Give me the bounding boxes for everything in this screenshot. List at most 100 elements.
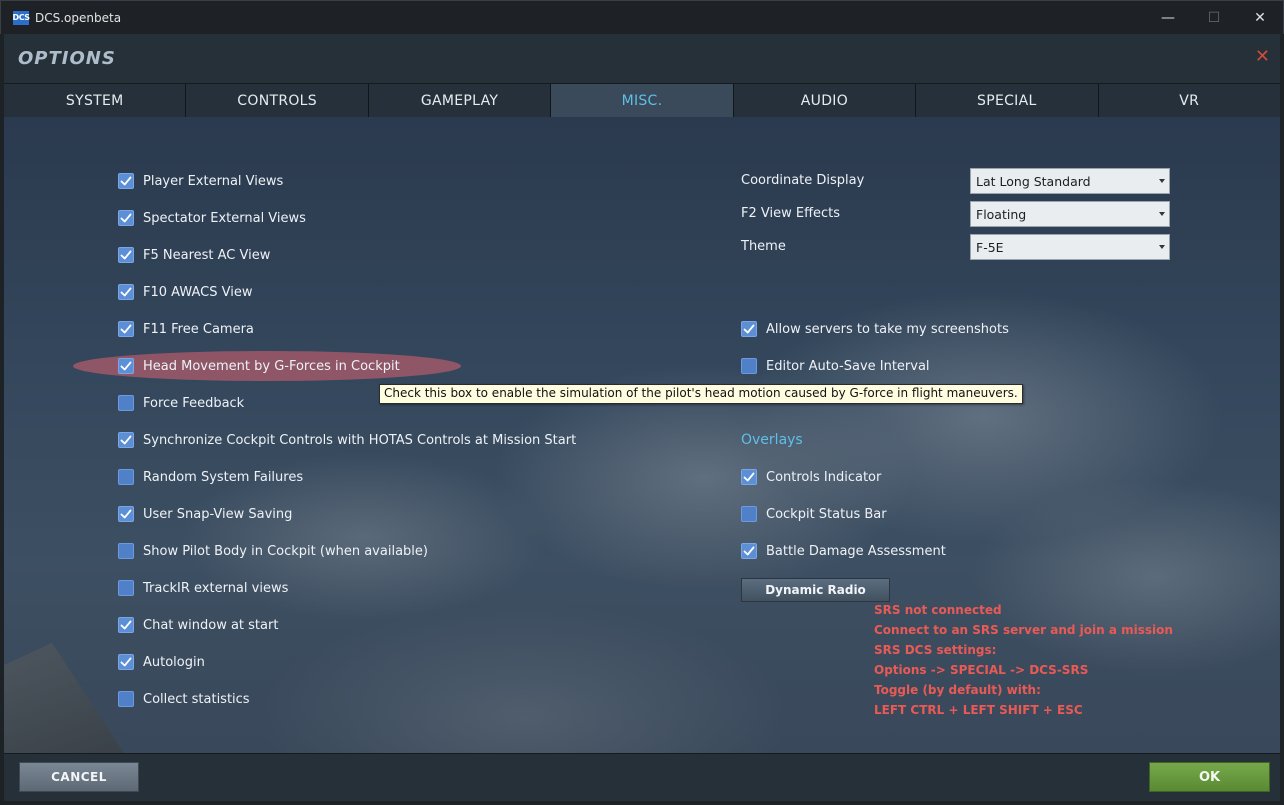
option-label: User Snap-View Saving	[143, 506, 293, 522]
option-label: F11 Free Camera	[143, 321, 254, 337]
option-head-movement-g-forces[interactable]: Head Movement by G-Forces in Cockpit	[118, 357, 400, 375]
f2-view-effects-label: F2 View Effects	[741, 206, 841, 221]
option-label: Allow servers to take my screenshots	[766, 321, 1009, 337]
option-autologin[interactable]: Autologin	[118, 653, 205, 671]
option-chat-window-at-start[interactable]: Chat window at start	[118, 616, 278, 634]
srs-status-line: Options -> SPECIAL -> DCS-SRS	[874, 663, 1089, 677]
tab-vr[interactable]: VR	[1098, 84, 1280, 117]
option-f11-free-camera[interactable]: F11 Free Camera	[118, 320, 254, 338]
tab-system[interactable]: SYSTEM	[4, 84, 187, 117]
options-title: OPTIONS	[18, 48, 116, 69]
option-f5-nearest-ac-view[interactable]: F5 Nearest AC View	[118, 246, 270, 264]
checkbox[interactable]	[118, 210, 134, 226]
checkmark-icon	[120, 287, 132, 297]
checkbox[interactable]	[118, 506, 134, 522]
chevron-down-icon	[1159, 245, 1165, 249]
select-value: Lat Long Standard	[976, 173, 1091, 189]
option-trackir-external-views[interactable]: TrackIR external views	[118, 579, 288, 597]
tooltip: Check this box to enable the simulation …	[379, 384, 1023, 404]
option-collect-statistics[interactable]: Collect statistics	[118, 690, 250, 708]
checkmark-icon	[120, 435, 132, 445]
option-controls-indicator[interactable]: Controls Indicator	[741, 468, 881, 486]
option-battle-damage-assessment[interactable]: Battle Damage Assessment	[741, 542, 946, 560]
select-value: Floating	[976, 206, 1027, 222]
srs-status-line: SRS not connected	[874, 603, 1002, 617]
checkbox[interactable]	[118, 173, 134, 189]
checkmark-icon	[743, 472, 755, 482]
ok-button[interactable]: OK	[1149, 762, 1270, 792]
checkmark-icon	[743, 324, 755, 334]
option-spectator-external-views[interactable]: Spectator External Views	[118, 209, 306, 227]
cancel-button[interactable]: CANCEL	[19, 762, 139, 792]
option-synchronize-cockpit-controls[interactable]: Synchronize Cockpit Controls with HOTAS …	[118, 431, 576, 449]
checkmark-icon	[120, 213, 132, 223]
checkmark-icon	[120, 361, 132, 371]
option-label: Collect statistics	[143, 691, 250, 707]
tab-gameplay[interactable]: GAMEPLAY	[368, 84, 552, 117]
option-cockpit-status-bar[interactable]: Cockpit Status Bar	[741, 505, 887, 523]
option-editor-auto-save[interactable]: Editor Auto-Save Interval	[741, 357, 930, 375]
checkbox[interactable]	[118, 469, 134, 485]
f2-view-effects-select[interactable]: Floating	[970, 201, 1170, 227]
option-label: Battle Damage Assessment	[766, 543, 946, 559]
checkbox[interactable]	[741, 321, 757, 337]
select-value: F-5E	[976, 239, 1004, 255]
option-label: Show Pilot Body in Cockpit (when availab…	[143, 543, 428, 559]
coordinate-display-label: Coordinate Display	[741, 173, 865, 188]
option-label: Chat window at start	[143, 617, 279, 633]
options-close-icon[interactable]: ✕	[1255, 47, 1270, 67]
checkbox[interactable]	[118, 432, 134, 448]
window-close-button[interactable]: ✕	[1237, 1, 1283, 35]
option-label: Force Feedback	[143, 395, 245, 411]
checkmark-icon	[120, 324, 132, 334]
checkmark-icon	[120, 620, 132, 630]
tab-special[interactable]: SPECIAL	[916, 84, 1099, 117]
checkbox[interactable]	[118, 284, 134, 300]
checkbox[interactable]	[118, 321, 134, 337]
option-label: Autologin	[143, 654, 205, 670]
checkbox[interactable]	[118, 247, 134, 263]
dcs-app-icon: DCS	[13, 10, 30, 25]
option-label: Head Movement by G-Forces in Cockpit	[143, 358, 400, 374]
option-force-feedback[interactable]: Force Feedback	[118, 394, 244, 412]
srs-status-line: LEFT CTRL + LEFT SHIFT + ESC	[874, 703, 1083, 717]
option-allow-server-screenshots[interactable]: Allow servers to take my screenshots	[741, 320, 1009, 338]
window-titlebar: DCS DCS.openbeta — ☐ ✕	[0, 0, 1284, 34]
coordinate-display-select[interactable]: Lat Long Standard	[970, 168, 1170, 194]
checkbox[interactable]	[118, 654, 134, 670]
option-label: Controls Indicator	[766, 469, 882, 485]
option-f10-awacs-view[interactable]: F10 AWACS View	[118, 283, 252, 301]
misc-options-panel: Player External Views Spectator External…	[4, 117, 1280, 753]
dynamic-radio-button[interactable]: Dynamic Radio	[741, 578, 890, 602]
checkbox[interactable]	[118, 580, 134, 596]
option-label: Synchronize Cockpit Controls with HOTAS …	[143, 432, 577, 448]
option-label: TrackIR external views	[143, 580, 289, 596]
option-label: F10 AWACS View	[143, 284, 253, 300]
tab-misc[interactable]: MISC.	[551, 84, 734, 117]
option-random-system-failures[interactable]: Random System Failures	[118, 468, 303, 486]
checkbox[interactable]	[118, 358, 134, 374]
checkbox[interactable]	[741, 469, 757, 485]
option-user-snap-view-saving[interactable]: User Snap-View Saving	[118, 505, 292, 523]
checkbox[interactable]	[741, 543, 757, 559]
tab-audio[interactable]: AUDIO	[733, 84, 917, 117]
theme-select[interactable]: F-5E	[970, 234, 1170, 260]
chevron-down-icon	[1159, 179, 1165, 183]
checkbox[interactable]	[118, 395, 134, 411]
checkbox[interactable]	[741, 506, 757, 522]
options-tabs: SYSTEM CONTROLS GAMEPLAY MISC. AUDIO SPE…	[4, 84, 1280, 117]
option-label: F5 Nearest AC View	[143, 247, 271, 263]
checkmark-icon	[120, 657, 132, 667]
checkbox[interactable]	[741, 358, 757, 374]
option-label: Player External Views	[143, 173, 284, 189]
checkbox[interactable]	[118, 617, 134, 633]
minimize-button[interactable]: —	[1145, 1, 1191, 35]
option-show-pilot-body[interactable]: Show Pilot Body in Cockpit (when availab…	[118, 542, 428, 560]
checkbox[interactable]	[118, 543, 134, 559]
window-controls: — ☐ ✕	[1145, 1, 1283, 35]
checkbox[interactable]	[118, 691, 134, 707]
srs-status-line: Toggle (by default) with:	[874, 683, 1041, 697]
option-player-external-views[interactable]: Player External Views	[118, 172, 283, 190]
tab-controls[interactable]: CONTROLS	[186, 84, 369, 117]
maximize-button[interactable]: ☐	[1191, 1, 1237, 35]
